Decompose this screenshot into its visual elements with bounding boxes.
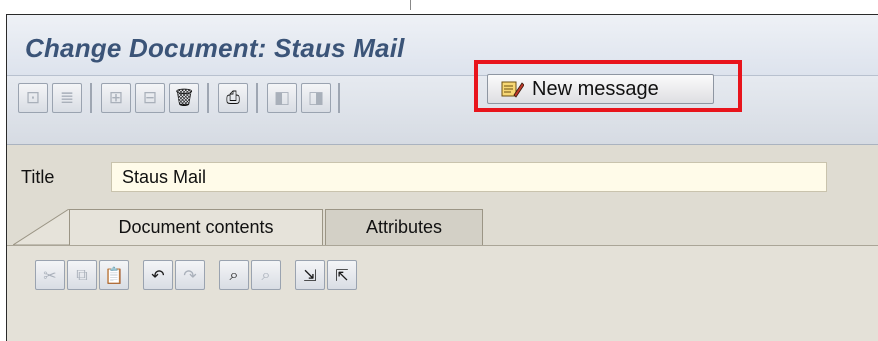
title-label: Title — [21, 167, 55, 187]
new-message-button[interactable]: New message — [487, 74, 714, 104]
trash-icon[interactable]: 🗑 — [169, 83, 199, 113]
page-title: Change Document: Staus Mail — [25, 33, 405, 63]
title-row: Title Staus Mail — [7, 162, 878, 192]
find-next-icon[interactable]: ⌕ — [251, 260, 281, 290]
new-message-label: New message — [532, 77, 659, 100]
cut-icon[interactable]: ✂ — [35, 260, 65, 290]
display-icon[interactable]: ⊡ — [18, 83, 48, 113]
structure-icon[interactable]: ≣ — [52, 83, 82, 113]
caption-divider — [410, 0, 411, 10]
title-input[interactable]: Staus Mail — [111, 162, 827, 192]
redo-icon[interactable]: ↷ — [175, 260, 205, 290]
hierarchy-icon[interactable]: ⊞ — [101, 83, 131, 113]
document-body: Title Staus Mail Document contents Attri… — [7, 145, 878, 341]
copy-icon[interactable]: ⧉ — [67, 260, 97, 290]
application-toolbar: ⊡ ≣ ⊞ ⊟ 🗑 ⎙ ◧ ◨ — [7, 76, 878, 145]
sap-window: Change Document: Staus Mail ⊡ ≣ ⊞ ⊟ 🗑 ⎙ … — [6, 14, 878, 341]
paste-icon[interactable]: 📋 — [99, 260, 129, 290]
find-icon[interactable]: ⌕ — [219, 260, 249, 290]
toolbar-separator — [338, 83, 340, 113]
toolbar-separator — [90, 83, 92, 113]
toolbar-separator — [256, 83, 258, 113]
next-icon[interactable]: ◨ — [301, 83, 331, 113]
export-icon[interactable]: ⇱ — [327, 260, 357, 290]
tab-content-panel: ✂ ⧉ 📋 ↶ ↷ ⌕ ⌕ ⇲ ⇱ — [7, 245, 878, 341]
undo-icon[interactable]: ↶ — [143, 260, 173, 290]
previous-icon[interactable]: ◧ — [267, 83, 297, 113]
import-icon[interactable]: ⇲ — [295, 260, 325, 290]
tab-slant-decoration — [13, 209, 71, 245]
clipped-caption — [0, 0, 878, 14]
tab-strip: Document contents Attributes — [7, 209, 878, 247]
attach-icon[interactable]: ⎙ — [218, 83, 248, 113]
tab-attributes[interactable]: Attributes — [325, 209, 483, 245]
tab-document-contents[interactable]: Document contents — [69, 209, 323, 245]
title-bar: Change Document: Staus Mail — [7, 15, 878, 76]
distribution-icon[interactable]: ⊟ — [135, 83, 165, 113]
note-pencil-icon — [500, 79, 525, 99]
toolbar-separator — [207, 83, 209, 113]
